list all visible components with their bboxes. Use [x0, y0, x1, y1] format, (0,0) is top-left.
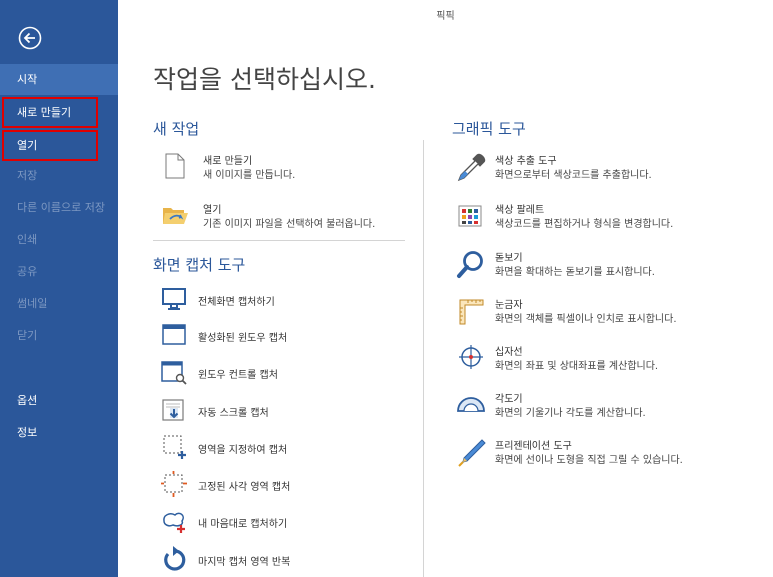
section-title-graphics: 그래픽 도구: [452, 120, 526, 138]
pen-icon: [455, 437, 487, 469]
capture-window-control-label: 윈도우 컨트롤 캡처: [198, 370, 278, 381]
sidebar-item-print: 인쇄: [17, 233, 38, 246]
capture-freehand-label: 내 마음대로 캡처하기: [198, 519, 288, 530]
tool-crosshair-desc: 화면의 좌표 및 상대좌표를 계산합니다.: [495, 361, 659, 372]
tool-presentation-title: 프리젠테이션 도구: [495, 441, 572, 452]
section-divider: [153, 240, 405, 241]
open-file-title: 열기: [203, 205, 222, 216]
tool-ruler[interactable]: 눈금자 화면의 객체를 픽셀이나 인치로 표시합니다.: [455, 296, 755, 336]
tool-palette-title: 색상 팔레트: [495, 205, 545, 216]
tool-protractor[interactable]: 각도기 화면의 기울기나 각도를 계산합니다.: [455, 390, 755, 430]
capture-auto-scroll-label: 자동 스크롤 캡처: [198, 408, 269, 419]
tool-presentation-desc: 화면에 선이나 도형을 직접 그릴 수 있습니다.: [495, 455, 683, 466]
sidebar-item-save: 저장: [17, 169, 38, 182]
protractor-icon: [455, 390, 487, 422]
ruler-icon: [455, 296, 487, 328]
region-icon: [160, 433, 188, 461]
capture-repeat-last[interactable]: 마지막 캡처 영역 반복: [160, 545, 410, 573]
open-file-item[interactable]: 열기 기존 이미지 파일을 선택하여 불러옵니다.: [160, 200, 410, 236]
tool-magnifier[interactable]: 돋보기 화면을 확대하는 돋보기를 표시합니다.: [455, 249, 755, 289]
open-file-desc: 기존 이미지 파일을 선택하여 불러옵니다.: [203, 219, 376, 230]
capture-repeat-last-label: 마지막 캡처 영역 반복: [198, 557, 291, 568]
capture-fixed-region-label: 고정된 사각 영역 캡처: [198, 482, 291, 493]
back-arrow-icon[interactable]: [18, 26, 42, 50]
tool-ruler-desc: 화면의 객체를 픽셀이나 인치로 표시합니다.: [495, 314, 677, 325]
scroll-capture-icon: [160, 396, 188, 424]
new-image-desc: 새 이미지를 만듭니다.: [203, 170, 296, 181]
window-icon: [160, 321, 188, 349]
tool-palette[interactable]: 색상 팔레트 색상코드를 편집하거나 형식을 변경합니다.: [455, 201, 755, 241]
tool-presentation[interactable]: 프리젠테이션 도구 화면에 선이나 도형을 직접 그릴 수 있습니다.: [455, 437, 755, 477]
sidebar-item-start[interactable]: 시작: [0, 64, 118, 95]
sidebar-item-share: 공유: [17, 265, 38, 278]
new-file-icon: [160, 151, 190, 181]
tool-magnifier-desc: 화면을 확대하는 돋보기를 표시합니다.: [495, 267, 655, 278]
new-image-item[interactable]: 새로 만들기 새 이미지를 만듭니다.: [160, 151, 410, 187]
open-folder-icon: [160, 200, 190, 230]
sidebar-item-close: 닫기: [17, 329, 38, 342]
section-title-new-task: 새 작업: [153, 120, 200, 138]
tool-crosshair[interactable]: 십자선 화면의 좌표 및 상대좌표를 계산합니다.: [455, 343, 755, 383]
tool-eyedropper-title: 색상 추출 도구: [495, 156, 557, 167]
sidebar-item-options[interactable]: 옵션: [0, 385, 118, 416]
tool-palette-desc: 색상코드를 편집하거나 형식을 변경합니다.: [495, 219, 674, 230]
capture-active-window-label: 활성화된 윈도우 캡처: [198, 333, 288, 344]
sidebar-item-thumbnail: 썸네일: [17, 297, 48, 310]
tool-magnifier-title: 돋보기: [495, 253, 523, 264]
page-title: 작업을 선택하십시오.: [153, 65, 376, 94]
sidebar-item-open[interactable]: 열기: [2, 130, 98, 161]
sidebar-item-new[interactable]: 새로 만들기: [2, 97, 98, 128]
section-title-capture: 화면 캡처 도구: [153, 256, 246, 274]
tool-crosshair-title: 십자선: [495, 347, 523, 358]
capture-region-label: 영역을 지정하여 캡처: [198, 445, 288, 456]
crosshair-icon: [455, 343, 487, 375]
sidebar-item-about[interactable]: 정보: [0, 417, 118, 448]
capture-freehand[interactable]: 내 마음대로 캡처하기: [160, 507, 410, 535]
capture-auto-scroll[interactable]: 자동 스크롤 캡처: [160, 396, 410, 424]
capture-fullscreen[interactable]: 전체화면 캡처하기: [160, 285, 410, 313]
capture-region[interactable]: 영역을 지정하여 캡처: [160, 433, 410, 461]
fixed-region-icon: [160, 470, 188, 498]
capture-fixed-region[interactable]: 고정된 사각 영역 캡처: [160, 470, 410, 498]
capture-active-window[interactable]: 활성화된 윈도우 캡처: [160, 321, 410, 349]
repeat-icon: [160, 545, 188, 573]
tool-ruler-title: 눈금자: [495, 300, 523, 311]
palette-icon: [455, 201, 487, 233]
eyedropper-icon: [455, 152, 487, 184]
tool-eyedropper-desc: 화면으로부터 색상코드를 추출합니다.: [495, 170, 652, 181]
tool-eyedropper[interactable]: 색상 추출 도구 화면으로부터 색상코드를 추출합니다.: [455, 152, 755, 192]
new-image-title: 새로 만들기: [203, 156, 253, 167]
window-control-icon: [160, 358, 188, 386]
window-title: 픽픽: [436, 11, 455, 22]
sidebar-item-save-as: 다른 이름으로 저장: [17, 201, 105, 214]
sidebar: 시작 새로 만들기 열기 저장 다른 이름으로 저장 인쇄 공유 썸네일 닫기 …: [0, 0, 118, 577]
tool-protractor-desc: 화면의 기울기나 각도를 계산합니다.: [495, 408, 646, 419]
tool-protractor-title: 각도기: [495, 394, 523, 405]
monitor-icon: [160, 285, 188, 313]
capture-fullscreen-label: 전체화면 캡처하기: [198, 297, 275, 308]
magnifier-icon: [455, 249, 487, 281]
capture-window-control[interactable]: 윈도우 컨트롤 캡처: [160, 358, 410, 386]
freehand-icon: [160, 507, 188, 535]
column-divider: [423, 140, 424, 577]
